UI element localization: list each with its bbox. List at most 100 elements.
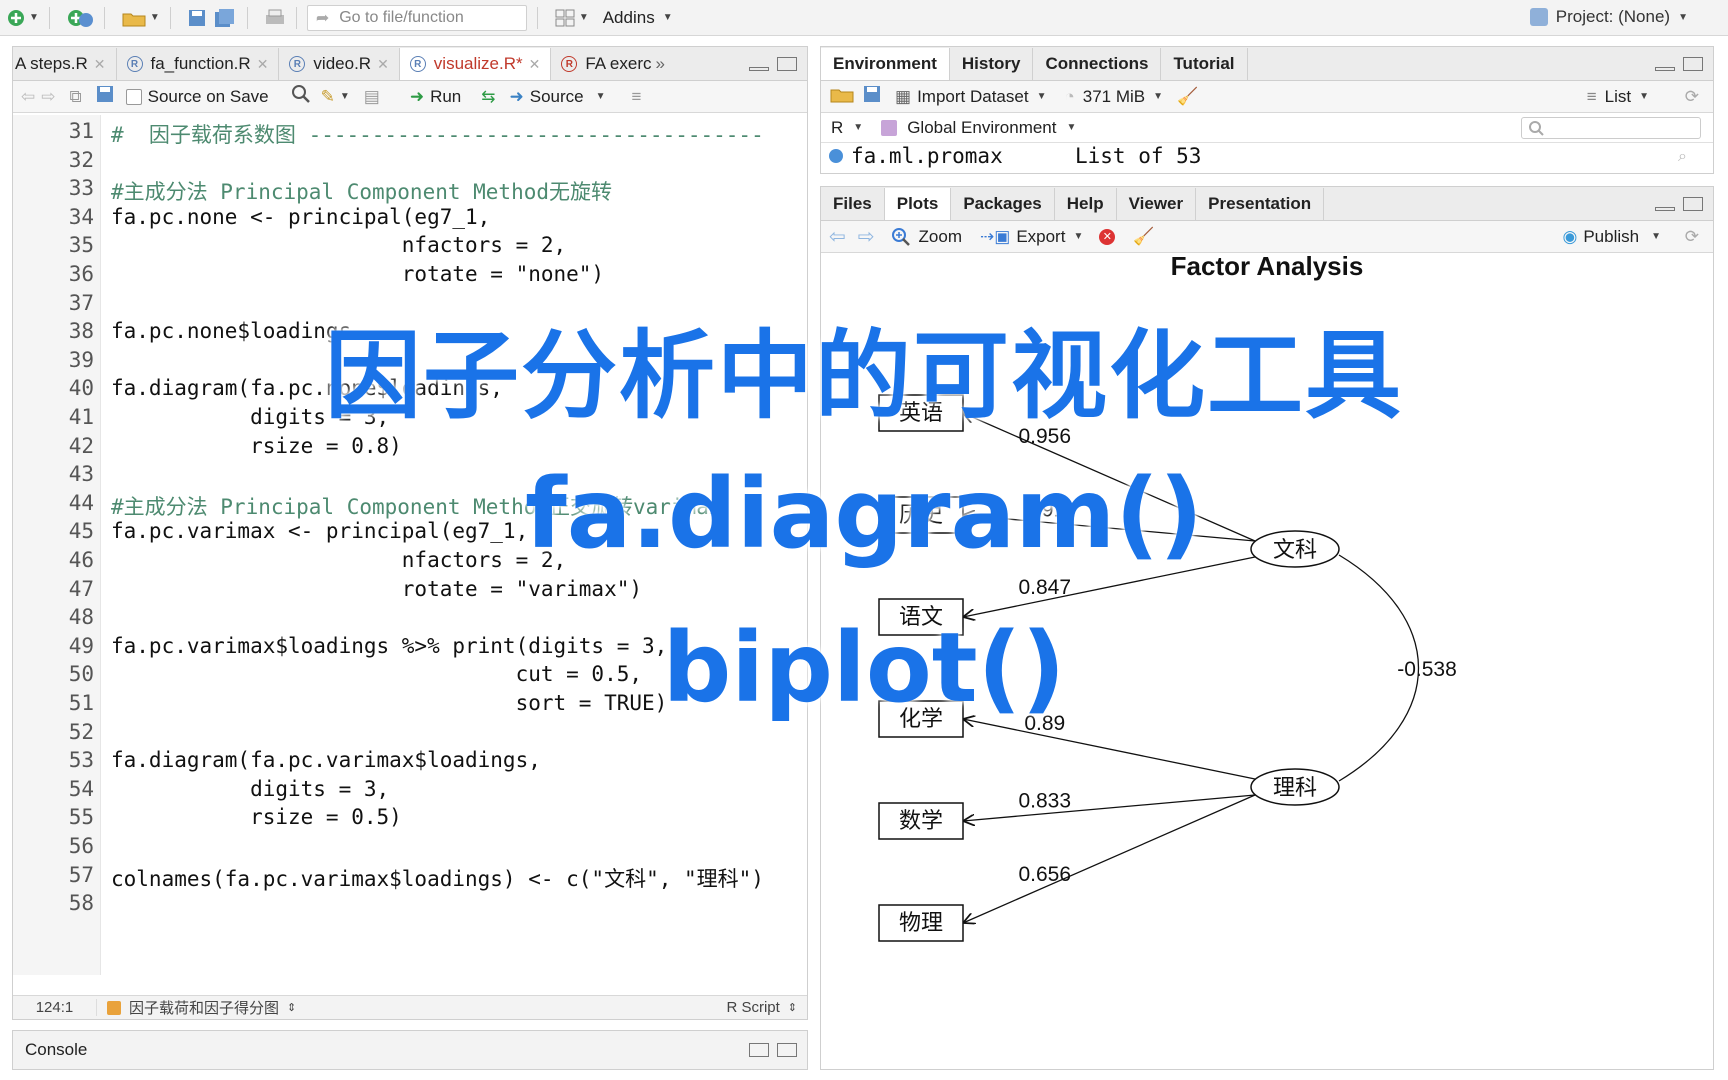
rerun-icon[interactable]: ⇆	[481, 87, 495, 107]
grid-layout-icon[interactable]	[554, 6, 576, 30]
project-menu[interactable]: Project: (None) ▼	[1529, 7, 1688, 27]
close-icon[interactable]: ✕	[529, 56, 541, 73]
open-folder-icon[interactable]	[121, 6, 147, 30]
file-type[interactable]: R Script ⇕	[726, 999, 797, 1016]
tab-fa-function-r[interactable]: Rfa_function.R ✕	[117, 48, 280, 80]
next-plot-icon[interactable]: ⇨	[858, 224, 875, 249]
publish-button[interactable]: ◉ Publish ▼	[1562, 227, 1661, 247]
code-line: #主成分法 Principal Component Method无旋转	[111, 180, 613, 205]
environment-search-input[interactable]	[1521, 117, 1701, 139]
list-label: List	[1604, 86, 1632, 106]
tab-plots[interactable]: Plots	[884, 188, 952, 220]
plots-window-buttons	[1655, 197, 1703, 211]
export-button[interactable]: ⇢▣ Export ▼	[980, 227, 1083, 247]
chevron-down-icon[interactable]: ▼	[29, 12, 39, 23]
go-to-file-input[interactable]: ➦ Go to file/function	[306, 4, 527, 31]
tab-visualize-r[interactable]: Rvisualize.R* ✕	[399, 48, 552, 80]
search-icon[interactable]	[291, 84, 311, 109]
toolbar-divider	[246, 6, 248, 29]
publish-label: Publish	[1583, 226, 1640, 246]
tab-environment[interactable]: Environment	[821, 48, 950, 80]
tab-steps-r[interactable]: A steps.R ✕	[13, 48, 117, 80]
toolbar-divider	[536, 6, 538, 29]
remove-plot-icon[interactable]: ✕	[1099, 228, 1116, 245]
minimize-icon[interactable]	[1655, 207, 1675, 211]
environment-scope-bar: R ▼ Global Environment ▼	[821, 113, 1713, 143]
maximize-icon[interactable]	[1683, 197, 1703, 211]
tab-presentation[interactable]: Presentation	[1196, 188, 1325, 220]
chevron-down-icon[interactable]: ▼	[150, 12, 160, 23]
section-name[interactable]: 因子载荷和因子得分图	[129, 997, 279, 1018]
list-view-button[interactable]: ≡ List ▼	[1587, 87, 1649, 107]
code-tools-wand-icon[interactable]: ✎	[321, 87, 335, 107]
environment-row[interactable]: fa.ml.promax List of 53 ⌕	[821, 143, 1713, 169]
tab-viewer[interactable]: Viewer	[1117, 188, 1197, 220]
maximize-icon[interactable]	[777, 57, 797, 71]
tab-help[interactable]: Help	[1055, 188, 1117, 220]
chevron-down-icon: ▼	[1651, 231, 1661, 242]
previous-plot-icon[interactable]: ⇦	[829, 224, 846, 249]
language-select[interactable]: R ▼	[831, 118, 863, 138]
minimize-icon[interactable]	[749, 67, 769, 71]
import-dataset-button[interactable]: ▦ Import Dataset ▼	[895, 87, 1046, 107]
load-workspace-icon[interactable]	[829, 84, 855, 109]
zoom-button[interactable]: Zoom	[891, 227, 962, 247]
tab-files[interactable]: Files	[821, 188, 885, 220]
refresh-icon[interactable]: ⟳	[1685, 87, 1699, 107]
code-area[interactable]: 31 32 33 34 35 36 37 38 39 40 41 42 43 44 45 46 47 48 49 50…	[13, 115, 807, 975]
line-number: 35	[68, 233, 94, 258]
factor-label: 理科	[1273, 776, 1317, 801]
refresh-icon[interactable]: ⟳	[1685, 227, 1699, 247]
console-pane[interactable]: Console	[12, 1030, 808, 1070]
save-workspace-icon[interactable]	[863, 85, 881, 108]
print-icon[interactable]	[264, 6, 286, 30]
chevron-down-icon[interactable]: ▼	[663, 12, 673, 23]
minimize-icon[interactable]	[1655, 67, 1675, 71]
addins-menu[interactable]: Addins	[603, 8, 655, 28]
new-file-icon[interactable]	[6, 6, 26, 30]
clear-broom-icon[interactable]: 🧹	[1177, 87, 1198, 107]
loading-label: 0.833	[1018, 790, 1071, 813]
document-outline-icon[interactable]: ≡	[632, 87, 642, 107]
tab-tutorial[interactable]: Tutorial	[1161, 48, 1248, 80]
run-button[interactable]: ➜ Run	[410, 87, 461, 107]
tab-packages[interactable]: Packages	[951, 188, 1055, 220]
save-icon[interactable]	[187, 6, 207, 30]
clear-plots-broom-icon[interactable]: 🧹	[1133, 227, 1154, 247]
back-arrow-icon[interactable]: ⇦	[21, 87, 35, 107]
forward-arrow-icon[interactable]: ⇨	[41, 87, 55, 107]
source-on-save-checkbox[interactable]	[125, 88, 142, 105]
close-icon[interactable]: ✕	[257, 56, 269, 73]
new-project-icon[interactable]	[66, 6, 94, 30]
loading-label: 0.91	[1024, 498, 1065, 521]
expand-icon[interactable]	[829, 149, 843, 163]
close-icon[interactable]: ✕	[94, 56, 106, 73]
save-all-icon[interactable]	[213, 6, 237, 30]
file-type-label: R Script	[726, 999, 780, 1016]
more-tabs-icon[interactable]: »	[655, 54, 664, 74]
view-magnifier-icon[interactable]: ⌕	[1678, 146, 1687, 166]
compile-report-icon[interactable]: ▤	[364, 87, 380, 107]
tab-history[interactable]: History	[950, 48, 1034, 80]
environment-cube-icon	[881, 119, 898, 136]
memory-usage[interactable]: ◔ 371 MiB ▼	[1064, 87, 1163, 107]
close-icon[interactable]: ✕	[377, 56, 389, 73]
maximize-icon[interactable]	[1683, 57, 1703, 71]
chevron-down-icon: ▼	[595, 91, 606, 102]
restore-icon[interactable]	[749, 1043, 769, 1057]
source-on-save-label: Source on Save	[147, 86, 269, 106]
r-file-icon: R	[289, 56, 306, 72]
maximize-icon[interactable]	[777, 1043, 797, 1057]
tab-fa-exercise[interactable]: R FA exerc »	[551, 48, 675, 80]
show-in-window-icon[interactable]: ⧉	[70, 87, 82, 107]
tab-label: video.R	[313, 54, 372, 73]
global-environment-select[interactable]: Global Environment ▼	[881, 118, 1076, 138]
source-button[interactable]: ➜ Source ▼	[510, 87, 606, 107]
save-icon[interactable]	[96, 85, 114, 108]
chevron-down-icon[interactable]: ▼	[340, 91, 350, 102]
updown-icon[interactable]: ⇕	[287, 1001, 296, 1014]
tab-video-r[interactable]: Rvideo.R ✕	[279, 48, 400, 80]
tab-connections[interactable]: Connections	[1033, 48, 1162, 80]
chevron-down-icon[interactable]: ▼	[579, 12, 589, 23]
line-number: 32	[68, 147, 94, 172]
